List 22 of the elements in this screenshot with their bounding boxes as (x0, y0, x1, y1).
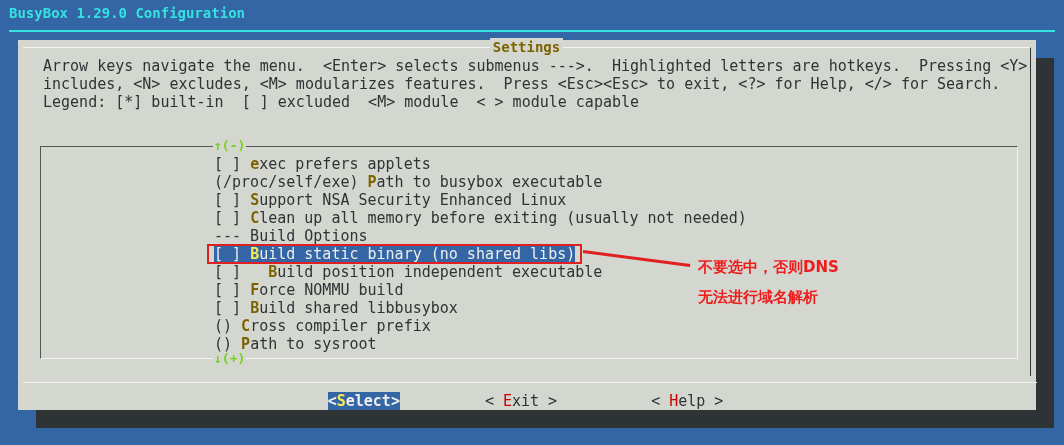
annotation-text: 不要选中，否则DNS (698, 257, 839, 278)
help-text: Legend: [*] built-in [ ] excluded <M> module < > module capable (43, 93, 640, 111)
menu-button[interactable]: <Select> (327, 392, 400, 410)
menu-item[interactable]: [ ] Clean up all memory before exiting (usually not needed) (214, 209, 747, 227)
window-title: BusyBox 1.29.0 Configuration (8, 4, 246, 23)
menu-item[interactable]: () Path to sysroot (214, 335, 377, 353)
help-text: includes, <N> excludes, <M> modularizes features. Press <Esc><Esc> to exit, <?> for Help, </> for Search. (43, 75, 1001, 93)
menu-item[interactable]: [ ] exec prefers applets (214, 155, 431, 173)
help-text: Arrow keys navigate the menu. <Enter> selects submenus --->. Highlighted letters are hotkeys. Pressing <Y> (43, 57, 1028, 75)
menu-item[interactable]: [ ] Support NSA Security Enhanced Linux (214, 191, 567, 209)
scroll-up-indicator: ↑(-) (213, 139, 247, 153)
menu-button[interactable]: < Help > (642, 392, 733, 410)
dialog-title: Settings (489, 38, 564, 56)
menu-comment: --- Build Options (214, 227, 368, 245)
annotation-text: 无法进行域名解析 (698, 287, 819, 308)
menu-button[interactable]: < Exit > (475, 392, 567, 410)
scroll-down-indicator: ↓(+) (213, 352, 247, 366)
menu-item[interactable]: (/proc/self/exe) Path to busybox executable (214, 173, 603, 191)
menu-item[interactable]: [ ] Build position independent executable (214, 263, 603, 281)
menu-item[interactable]: [ ] Build shared libbusybox (214, 299, 458, 317)
menu-item[interactable]: [ ] Force NOMMU build (214, 281, 404, 299)
menu-item[interactable]: () C ross compiler prefix (214, 317, 431, 335)
